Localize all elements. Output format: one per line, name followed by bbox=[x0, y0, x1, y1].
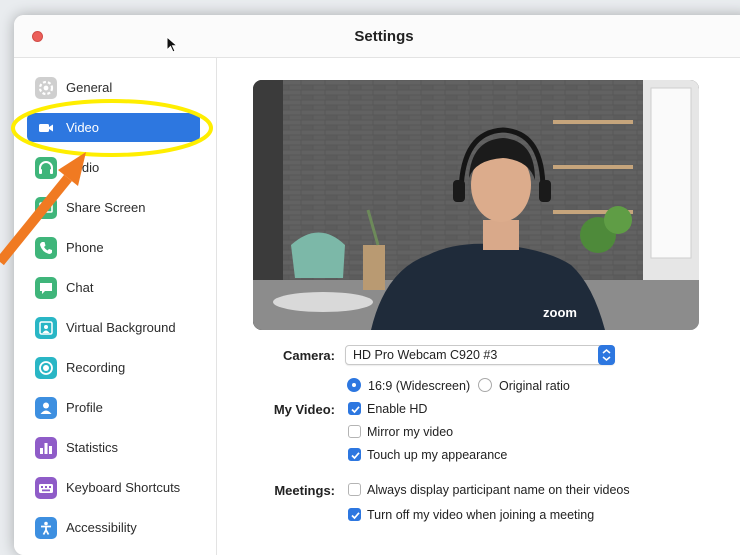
title-bar: Settings bbox=[14, 15, 740, 58]
my-video-label: My Video: bbox=[273, 402, 335, 417]
sidebar-item-phone[interactable]: Phone bbox=[14, 228, 216, 268]
settings-window: Settings General Video Audio Share Scree… bbox=[14, 15, 740, 555]
keyboard-icon bbox=[35, 477, 57, 499]
turn-off-video-checkbox[interactable] bbox=[348, 508, 361, 521]
headphones-icon bbox=[35, 157, 57, 179]
sidebar-item-label: Virtual Background bbox=[66, 320, 176, 335]
camera-preview: zoom bbox=[253, 80, 699, 330]
person-background-icon bbox=[35, 317, 57, 339]
accessibility-icon bbox=[35, 517, 57, 539]
sidebar-item-general[interactable]: General bbox=[14, 68, 216, 108]
phone-icon bbox=[35, 237, 57, 259]
video-camera-icon bbox=[35, 117, 57, 139]
always-display-name-label: Always display participant name on their… bbox=[367, 483, 630, 497]
sidebar-item-keyboard-shortcuts[interactable]: Keyboard Shortcuts bbox=[14, 468, 216, 508]
sidebar-item-label: Statistics bbox=[66, 440, 119, 455]
widescreen-label: 16:9 (Widescreen) bbox=[368, 379, 471, 393]
enable-hd-checkbox[interactable] bbox=[348, 402, 361, 415]
camera-select-value: HD Pro Webcam C920 #3 bbox=[353, 348, 498, 362]
radio-widescreen[interactable] bbox=[347, 378, 361, 392]
touch-up-checkbox[interactable] bbox=[348, 448, 361, 461]
bar-chart-icon bbox=[35, 437, 57, 459]
radio-original-ratio[interactable] bbox=[478, 378, 492, 392]
mirror-video-label: Mirror my video bbox=[367, 425, 454, 439]
sidebar-item-statistics[interactable]: Statistics bbox=[14, 428, 216, 468]
turn-off-video-label: Turn off my video when joining a meeting bbox=[367, 508, 595, 522]
sidebar-item-label: Profile bbox=[66, 400, 103, 415]
camera-select[interactable]: HD Pro Webcam C920 #3 bbox=[345, 345, 615, 365]
original-ratio-label: Original ratio bbox=[499, 379, 570, 393]
sidebar-item-label: General bbox=[66, 80, 113, 95]
sidebar-item-label: Keyboard Shortcuts bbox=[66, 480, 181, 495]
select-arrows-icon[interactable] bbox=[598, 345, 615, 365]
window-title: Settings bbox=[354, 28, 414, 45]
sidebar-item-accessibility[interactable]: Accessibility bbox=[14, 508, 216, 548]
zoom-logo: zoom bbox=[543, 305, 577, 320]
sidebar-item-label: Chat bbox=[66, 280, 94, 295]
camera-preview-image: zoom bbox=[253, 80, 699, 330]
record-icon bbox=[35, 357, 57, 379]
sidebar-item-video[interactable]: Video bbox=[14, 108, 216, 148]
sidebar-item-profile[interactable]: Profile bbox=[14, 388, 216, 428]
video-settings-panel: zoom Camera: HD Pro Webcam C920 #3 16:9 … bbox=[217, 58, 740, 555]
camera-label: Camera: bbox=[282, 348, 335, 363]
sidebar-item-audio[interactable]: Audio bbox=[14, 148, 216, 188]
mouse-cursor-icon bbox=[166, 36, 178, 53]
always-display-name-checkbox[interactable] bbox=[348, 483, 361, 496]
sidebar-item-label: Video bbox=[66, 120, 100, 135]
sidebar-item-label: Audio bbox=[66, 160, 100, 175]
gear-icon bbox=[35, 77, 57, 99]
sidebar-item-label: Accessibility bbox=[66, 520, 137, 535]
profile-icon bbox=[35, 397, 57, 419]
share-screen-icon bbox=[35, 197, 57, 219]
touch-up-label: Touch up my appearance bbox=[367, 448, 508, 462]
sidebar-item-share-screen[interactable]: Share Screen bbox=[14, 188, 216, 228]
sidebar-item-label: Recording bbox=[66, 360, 126, 375]
sidebar-item-recording[interactable]: Recording bbox=[14, 348, 216, 388]
chat-bubble-icon bbox=[35, 277, 57, 299]
enable-hd-label: Enable HD bbox=[367, 402, 428, 416]
sidebar-item-label: Share Screen bbox=[66, 200, 146, 215]
sidebar-item-chat[interactable]: Chat bbox=[14, 268, 216, 308]
meetings-label: Meetings: bbox=[274, 483, 335, 498]
sidebar-item-virtual-background[interactable]: Virtual Background bbox=[14, 308, 216, 348]
sidebar-item-label: Phone bbox=[66, 240, 104, 255]
settings-sidebar: General Video Audio Share Screen Phone C… bbox=[14, 58, 217, 555]
mirror-video-checkbox[interactable] bbox=[348, 425, 361, 438]
